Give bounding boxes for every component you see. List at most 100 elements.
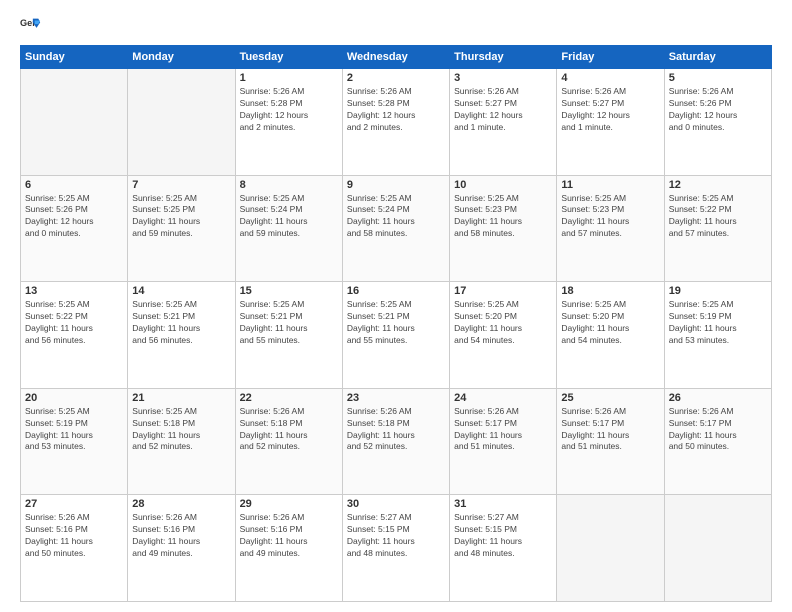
calendar-cell: 17 Sunrise: 5:25 AM Sunset: 5:20 PM Dayli…: [450, 282, 557, 389]
day-number: 22: [240, 392, 338, 404]
calendar-cell: [128, 69, 235, 176]
day-number: 14: [132, 285, 230, 297]
day-number: 18: [561, 285, 659, 297]
calendar-cell: 11 Sunrise: 5:25 AM Sunset: 5:23 PM Dayli…: [557, 175, 664, 282]
day-info: Sunrise: 5:25 AM Sunset: 5:22 PM Dayligh…: [669, 193, 767, 241]
day-info: Sunrise: 5:25 AM Sunset: 5:21 PM Dayligh…: [240, 299, 338, 347]
day-number: 11: [561, 179, 659, 191]
day-info: Sunrise: 5:26 AM Sunset: 5:26 PM Dayligh…: [669, 86, 767, 134]
day-info: Sunrise: 5:25 AM Sunset: 5:20 PM Dayligh…: [454, 299, 552, 347]
day-number: 9: [347, 179, 445, 191]
day-number: 29: [240, 498, 338, 510]
calendar-cell: 21 Sunrise: 5:25 AM Sunset: 5:18 PM Dayli…: [128, 388, 235, 495]
day-info: Sunrise: 5:26 AM Sunset: 5:27 PM Dayligh…: [454, 86, 552, 134]
day-info: Sunrise: 5:26 AM Sunset: 5:28 PM Dayligh…: [347, 86, 445, 134]
calendar-cell: 2 Sunrise: 5:26 AM Sunset: 5:28 PM Daylig…: [342, 69, 449, 176]
day-number: 3: [454, 72, 552, 84]
calendar-week-5: 27 Sunrise: 5:26 AM Sunset: 5:16 PM Dayli…: [21, 495, 772, 602]
calendar-cell: 23 Sunrise: 5:26 AM Sunset: 5:18 PM Dayli…: [342, 388, 449, 495]
day-info: Sunrise: 5:26 AM Sunset: 5:27 PM Dayligh…: [561, 86, 659, 134]
day-info: Sunrise: 5:26 AM Sunset: 5:17 PM Dayligh…: [561, 406, 659, 454]
calendar-cell: 7Sunrise: 5:25 AM Sunset: 5:25 PM Daylig…: [128, 175, 235, 282]
day-number: 24: [454, 392, 552, 404]
day-info: Sunrise: 5:25 AM Sunset: 5:24 PM Dayligh…: [347, 193, 445, 241]
day-info: Sunrise: 5:26 AM Sunset: 5:18 PM Dayligh…: [347, 406, 445, 454]
calendar-cell: 4 Sunrise: 5:26 AM Sunset: 5:27 PM Daylig…: [557, 69, 664, 176]
calendar-cell: 25 Sunrise: 5:26 AM Sunset: 5:17 PM Dayli…: [557, 388, 664, 495]
day-info: Sunrise: 5:25 AM Sunset: 5:21 PM Dayligh…: [347, 299, 445, 347]
calendar-cell: 13 Sunrise: 5:25 AM Sunset: 5:22 PM Dayli…: [21, 282, 128, 389]
day-info: Sunrise: 5:26 AM Sunset: 5:17 PM Dayligh…: [669, 406, 767, 454]
logo-icon: Gen: [20, 15, 42, 37]
calendar-cell: 22 Sunrise: 5:26 AM Sunset: 5:18 PM Dayli…: [235, 388, 342, 495]
calendar-cell: 27 Sunrise: 5:26 AM Sunset: 5:16 PM Dayli…: [21, 495, 128, 602]
day-number: 15: [240, 285, 338, 297]
day-number: 5: [669, 72, 767, 84]
day-info: Sunrise: 5:25 AM Sunset: 5:21 PM Dayligh…: [132, 299, 230, 347]
day-number: 16: [347, 285, 445, 297]
day-number: 13: [25, 285, 123, 297]
day-number: 21: [132, 392, 230, 404]
calendar-cell: 20Sunrise: 5:25 AM Sunset: 5:19 PM Dayli…: [21, 388, 128, 495]
day-number: 23: [347, 392, 445, 404]
calendar-cell: 18 Sunrise: 5:25 AM Sunset: 5:20 PM Dayli…: [557, 282, 664, 389]
day-number: 27: [25, 498, 123, 510]
calendar-header-saturday: Saturday: [664, 46, 771, 69]
day-number: 26: [669, 392, 767, 404]
calendar-header-sunday: Sunday: [21, 46, 128, 69]
page: Gen SundayMondayTuesdayWednesdayThursday…: [0, 0, 792, 612]
day-number: 17: [454, 285, 552, 297]
day-info: Sunrise: 5:25 AM Sunset: 5:19 PM Dayligh…: [25, 406, 123, 454]
calendar-cell: 31Sunrise: 5:27 AM Sunset: 5:15 PM Dayli…: [450, 495, 557, 602]
header: Gen: [20, 15, 772, 37]
calendar-cell: 16 Sunrise: 5:25 AM Sunset: 5:21 PM Dayli…: [342, 282, 449, 389]
calendar-cell: [664, 495, 771, 602]
day-number: 19: [669, 285, 767, 297]
calendar-cell: 8 Sunrise: 5:25 AM Sunset: 5:24 PM Daylig…: [235, 175, 342, 282]
calendar-header-friday: Friday: [557, 46, 664, 69]
calendar-cell: 12 Sunrise: 5:25 AM Sunset: 5:22 PM Dayli…: [664, 175, 771, 282]
day-info: Sunrise: 5:25 AM Sunset: 5:20 PM Dayligh…: [561, 299, 659, 347]
calendar-cell: 9 Sunrise: 5:25 AM Sunset: 5:24 PM Daylig…: [342, 175, 449, 282]
day-info: Sunrise: 5:25 AM Sunset: 5:18 PM Dayligh…: [132, 406, 230, 454]
calendar-cell: 3 Sunrise: 5:26 AM Sunset: 5:27 PM Daylig…: [450, 69, 557, 176]
day-info: Sunrise: 5:27 AM Sunset: 5:15 PM Dayligh…: [347, 512, 445, 560]
calendar-cell: 6 Sunrise: 5:25 AM Sunset: 5:26 PM Daylig…: [21, 175, 128, 282]
day-info: Sunrise: 5:25 AM Sunset: 5:23 PM Dayligh…: [561, 193, 659, 241]
day-info: Sunrise: 5:26 AM Sunset: 5:28 PM Dayligh…: [240, 86, 338, 134]
day-info: Sunrise: 5:25 AM Sunset: 5:19 PM Dayligh…: [669, 299, 767, 347]
day-info: Sunrise: 5:26 AM Sunset: 5:16 PM Dayligh…: [132, 512, 230, 560]
calendar-table: SundayMondayTuesdayWednesdayThursdayFrid…: [20, 45, 772, 602]
calendar-cell: 26 Sunrise: 5:26 AM Sunset: 5:17 PM Dayli…: [664, 388, 771, 495]
calendar-week-2: 6 Sunrise: 5:25 AM Sunset: 5:26 PM Daylig…: [21, 175, 772, 282]
calendar-cell: [557, 495, 664, 602]
calendar-week-3: 13 Sunrise: 5:25 AM Sunset: 5:22 PM Dayli…: [21, 282, 772, 389]
day-info: Sunrise: 5:25 AM Sunset: 5:25 PM Dayligh…: [132, 193, 230, 241]
calendar-header-thursday: Thursday: [450, 46, 557, 69]
calendar-header-monday: Monday: [128, 46, 235, 69]
day-info: Sunrise: 5:25 AM Sunset: 5:24 PM Dayligh…: [240, 193, 338, 241]
calendar-header-tuesday: Tuesday: [235, 46, 342, 69]
calendar-cell: 29 Sunrise: 5:26 AM Sunset: 5:16 PM Dayli…: [235, 495, 342, 602]
calendar-header-wednesday: Wednesday: [342, 46, 449, 69]
day-info: Sunrise: 5:25 AM Sunset: 5:26 PM Dayligh…: [25, 193, 123, 241]
day-number: 8: [240, 179, 338, 191]
day-info: Sunrise: 5:26 AM Sunset: 5:16 PM Dayligh…: [240, 512, 338, 560]
day-info: Sunrise: 5:25 AM Sunset: 5:22 PM Dayligh…: [25, 299, 123, 347]
day-number: 12: [669, 179, 767, 191]
day-info: Sunrise: 5:26 AM Sunset: 5:16 PM Dayligh…: [25, 512, 123, 560]
day-info: Sunrise: 5:26 AM Sunset: 5:17 PM Dayligh…: [454, 406, 552, 454]
day-info: Sunrise: 5:26 AM Sunset: 5:18 PM Dayligh…: [240, 406, 338, 454]
day-number: 4: [561, 72, 659, 84]
day-number: 30: [347, 498, 445, 510]
calendar-cell: [21, 69, 128, 176]
day-number: 6: [25, 179, 123, 191]
logo: Gen: [20, 15, 44, 37]
day-number: 2: [347, 72, 445, 84]
day-number: 1: [240, 72, 338, 84]
calendar-week-1: 1 Sunrise: 5:26 AM Sunset: 5:28 PM Daylig…: [21, 69, 772, 176]
day-number: 25: [561, 392, 659, 404]
calendar-header-row: SundayMondayTuesdayWednesdayThursdayFrid…: [21, 46, 772, 69]
calendar-cell: 10Sunrise: 5:25 AM Sunset: 5:23 PM Dayli…: [450, 175, 557, 282]
day-number: 10: [454, 179, 552, 191]
